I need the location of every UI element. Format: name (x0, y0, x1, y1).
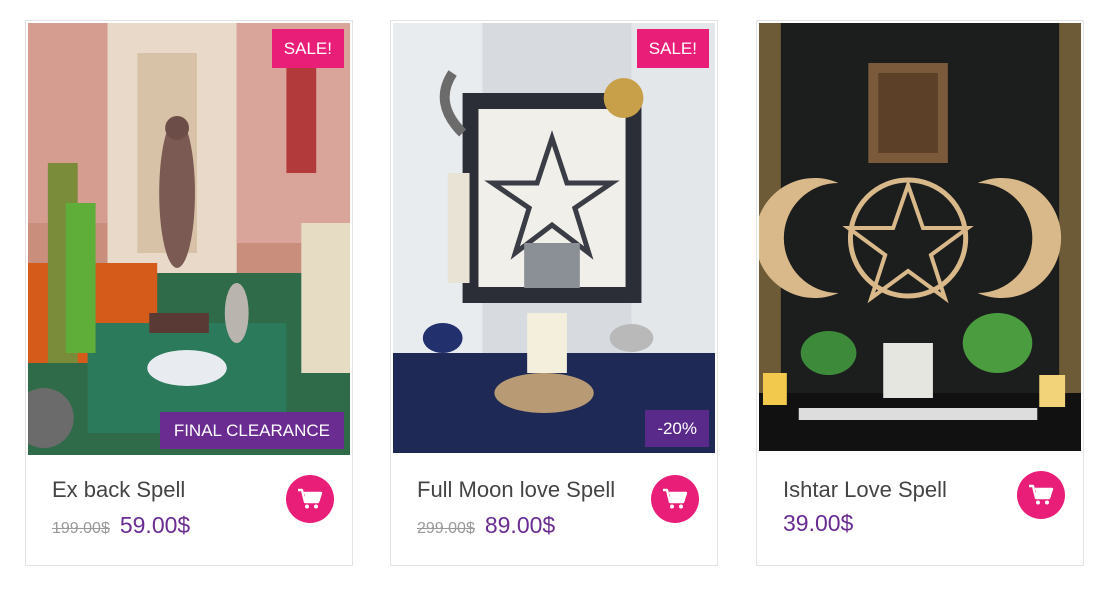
old-price: 299.00$ (417, 520, 475, 537)
add-to-cart-button[interactable] (651, 475, 699, 523)
product-grid: SALE! FINAL CLEARANCE Ex back Spell 199.… (0, 0, 1104, 592)
add-to-cart-button[interactable] (286, 475, 334, 523)
sale-badge: SALE! (636, 29, 709, 68)
current-price: 59.00$ (119, 512, 191, 538)
product-image-moon-altar[interactable]: SALE! -20% (393, 23, 715, 453)
product-title[interactable]: Full Moon love Spell (417, 477, 615, 503)
product-card[interactable]: SALE! -20% Full Moon love Spell 299.00$ … (390, 20, 718, 566)
cart-icon (298, 488, 323, 509)
old-price: 199.00$ (52, 520, 110, 537)
cart-icon (1029, 484, 1054, 505)
current-price: 39.00$ (783, 510, 854, 536)
discount-badge: -20% (645, 410, 709, 447)
product-card[interactable]: SALE! FINAL CLEARANCE Ex back Spell 199.… (25, 20, 353, 566)
price-row: 199.00$ 59.00$ (52, 512, 190, 539)
product-title[interactable]: Ishtar Love Spell (783, 477, 947, 503)
price-row: 39.00$ (783, 510, 853, 537)
product-card[interactable]: Ishtar Love Spell 39.00$ (756, 20, 1084, 566)
price-row: 299.00$ 89.00$ (417, 512, 555, 539)
sale-badge: SALE! (271, 29, 344, 68)
product-title[interactable]: Ex back Spell (52, 477, 185, 503)
product-image-altar-goddess[interactable]: SALE! FINAL CLEARANCE (28, 23, 350, 455)
add-to-cart-button[interactable] (1017, 471, 1065, 519)
clearance-badge: FINAL CLEARANCE (159, 412, 344, 449)
product-image-triple-moon-altar[interactable] (759, 23, 1081, 451)
cart-icon (663, 488, 688, 509)
current-price: 89.00$ (484, 512, 556, 538)
